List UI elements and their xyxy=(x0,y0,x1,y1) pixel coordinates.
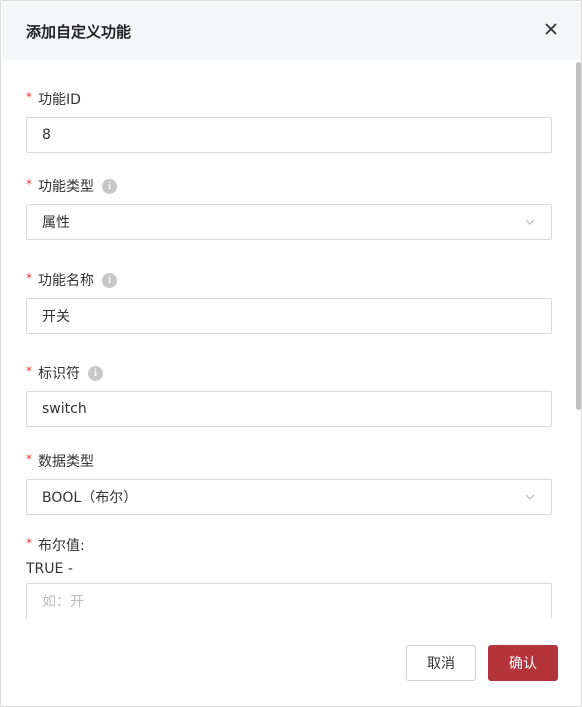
identifier-input[interactable]: switch xyxy=(26,391,552,427)
field-label-data-type: * 数据类型 xyxy=(26,451,552,471)
true-value-input[interactable]: 如：开 xyxy=(26,583,552,618)
field-label-bool-value: * 布尔值: xyxy=(26,535,552,555)
identifier-value: switch xyxy=(42,401,87,417)
cancel-button[interactable]: 取消 xyxy=(406,645,476,681)
true-value-placeholder: 如：开 xyxy=(42,594,84,610)
function-type-value: 属性 xyxy=(42,215,70,231)
field-label-identifier: * 标识符 i xyxy=(26,363,552,383)
required-mark: * xyxy=(26,536,32,550)
field-label-function-name: * 功能名称 i xyxy=(26,270,552,290)
field-data-type: * 数据类型 BOOL（布尔） xyxy=(26,451,552,515)
field-label-text: 布尔值: xyxy=(38,538,85,554)
field-function-id: * 功能ID 8 xyxy=(26,89,552,153)
field-label-text: 功能名称 xyxy=(38,273,94,289)
field-bool-value: * 布尔值: TRUE - 如：开 xyxy=(26,535,552,618)
field-label-text: 功能类型 xyxy=(38,179,94,195)
field-label-text: 标识符 xyxy=(38,366,80,382)
info-icon[interactable]: i xyxy=(88,365,103,381)
dialog-header: 添加自定义功能 xyxy=(2,2,581,60)
confirm-button[interactable]: 确认 xyxy=(488,645,558,681)
scrollbar[interactable] xyxy=(575,60,581,620)
function-id-input[interactable]: 8 xyxy=(26,117,552,153)
scroll-thumb[interactable] xyxy=(576,62,581,410)
required-mark: * xyxy=(26,452,32,466)
required-mark: * xyxy=(26,90,32,104)
field-function-name: * 功能名称 i 开关 xyxy=(26,270,552,334)
true-label: TRUE - xyxy=(26,561,73,577)
function-name-input[interactable]: 开关 xyxy=(26,298,552,334)
chevron-down-icon xyxy=(525,494,535,500)
function-name-value: 开关 xyxy=(42,309,70,325)
field-label-function-id: * 功能ID xyxy=(26,89,552,109)
data-type-select[interactable]: BOOL（布尔） xyxy=(26,479,552,515)
required-mark: * xyxy=(26,177,32,191)
dialog-title: 添加自定义功能 xyxy=(26,22,132,41)
field-label-function-type: * 功能类型 i xyxy=(26,176,552,196)
info-icon[interactable]: i xyxy=(102,178,117,194)
required-mark: * xyxy=(26,271,32,285)
field-function-type: * 功能类型 i 属性 xyxy=(26,176,552,240)
add-custom-function-dialog: 添加自定义功能 * 功能ID 8 * 功能类型 i 属性 * 功能名称 i 开关… xyxy=(0,0,582,707)
info-icon[interactable]: i xyxy=(102,272,117,288)
data-type-value: BOOL（布尔） xyxy=(42,490,138,506)
close-icon[interactable] xyxy=(541,19,561,39)
field-identifier: * 标识符 i switch xyxy=(26,363,552,427)
field-label-text: 数据类型 xyxy=(38,454,94,470)
function-type-select[interactable]: 属性 xyxy=(26,204,552,240)
field-label-text: 功能ID xyxy=(38,92,81,108)
chevron-down-icon xyxy=(525,219,535,225)
required-mark: * xyxy=(26,364,32,378)
function-id-value: 8 xyxy=(42,127,51,143)
dialog-body: * 功能ID 8 * 功能类型 i 属性 * 功能名称 i 开关 * 标识符 i… xyxy=(2,60,574,618)
